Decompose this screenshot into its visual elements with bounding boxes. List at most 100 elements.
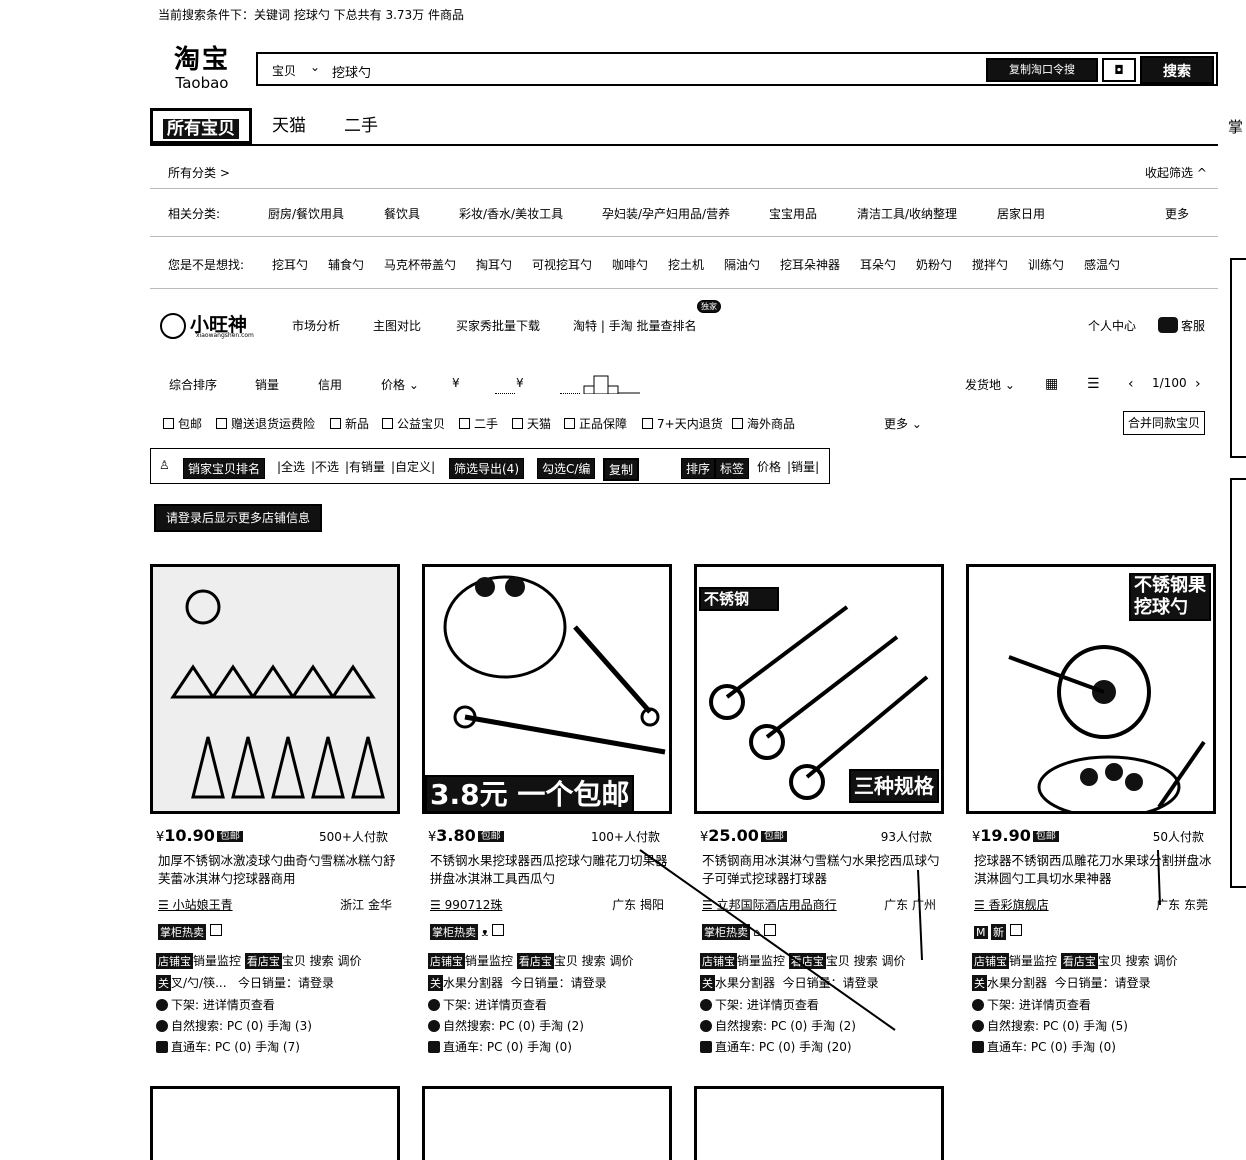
price-max-input[interactable] — [560, 376, 580, 394]
product-card[interactable]: 不锈钢 三种规格 ¥25.00 包邮 93人付款 不锈钢商用冰淇淋勺雪糕勺水果挖西… — [694, 564, 946, 1054]
sales-tool-text[interactable]: 宝贝 搜索 调价 — [1098, 954, 1178, 968]
seller-info-button[interactable]: 请登录后显示更多店铺信息 — [154, 504, 322, 532]
checkbox[interactable] — [330, 418, 341, 429]
filter-7day-return[interactable]: 7+天内退货 — [642, 415, 723, 432]
related-item[interactable]: 居家日用 — [997, 205, 1045, 222]
checkbox-icon[interactable] — [1009, 924, 1022, 936]
today-sales[interactable]: 今日销量：请登录 — [238, 976, 334, 990]
price-min-input[interactable] — [495, 376, 515, 394]
all-categories-link[interactable]: 所有分类 > — [168, 164, 230, 181]
product-card[interactable]: ¥10.90 包邮 500+人付款 加厚不锈钢冰激凌球勺曲奇勺雪糕冰糕勺舒芙蕾冰淇… — [150, 564, 402, 1054]
suggest-item[interactable]: 马克杯带盖勺 — [384, 256, 456, 273]
sort-by-button[interactable]: 排序 — [681, 458, 716, 479]
offline-text[interactable]: 进详情页查看 — [747, 998, 819, 1012]
more-filters-button[interactable]: 更多 ⌄ — [884, 415, 922, 432]
toolbar-price-sort[interactable]: 价格 — [757, 458, 781, 475]
sort-default[interactable]: 综合排序 — [169, 376, 217, 393]
product-image[interactable] — [150, 1086, 400, 1160]
sales-tool-badge[interactable]: 看店宝 — [244, 953, 282, 969]
product-title[interactable]: 不锈钢水果挖球器西瓜挖球勺雕花刀切果器拼盘冰淇淋工具西瓜勺 — [430, 852, 668, 888]
copy-button[interactable]: 复制 — [603, 458, 640, 481]
suggest-item[interactable]: 挖土机 — [668, 256, 704, 273]
checkbox[interactable] — [216, 418, 227, 429]
today-sales[interactable]: 今日销量：请登录 — [1055, 976, 1151, 990]
search-input[interactable]: 挖球勺 — [332, 62, 371, 81]
product-title[interactable]: 不锈钢商用冰淇淋勺雪糕勺水果挖西瓜球勺子可弹式挖球器打球器 — [702, 852, 940, 888]
suggest-item[interactable]: 训练勺 — [1028, 256, 1064, 273]
check-copy-button[interactable]: 勾选C/编 — [537, 458, 596, 479]
side-panel-edge[interactable] — [1230, 478, 1246, 888]
related-item[interactable]: 孕妇装/孕产妇用品/营养 — [602, 205, 730, 222]
product-image[interactable] — [422, 1086, 672, 1160]
tab-second-hand[interactable]: 二手 — [344, 108, 378, 144]
suggest-item[interactable]: 可视挖耳勺 — [532, 256, 592, 273]
product-card[interactable] — [422, 1086, 674, 1160]
sales-tool-badge[interactable]: 看店宝 — [516, 953, 554, 969]
product-card[interactable]: 3.8元 一个包邮 ¥3.80 包邮 100+人付款 不锈钢水果挖球器西瓜挖球勺雕… — [422, 564, 674, 1054]
more-related-button[interactable]: 更多 — [1165, 205, 1189, 222]
checkbox[interactable] — [732, 418, 743, 429]
filter-overseas[interactable]: 海外商品 — [732, 415, 795, 432]
monitor-text[interactable]: 销量监控 — [1009, 954, 1057, 968]
tag-button[interactable]: 标签 — [715, 458, 750, 479]
related-item[interactable]: 厨房/餐饮用具 — [268, 205, 344, 222]
suggest-item[interactable]: 搅拌勺 — [972, 256, 1008, 273]
monitor-text[interactable]: 销量监控 — [193, 954, 241, 968]
today-sales[interactable]: 今日销量：请登录 — [511, 976, 607, 990]
product-image[interactable] — [150, 564, 400, 814]
filter-export-button[interactable]: 筛选导出(4) — [449, 458, 524, 479]
product-image[interactable]: 不锈钢果挖球勺 — [966, 564, 1216, 814]
shop-tool-badge[interactable]: 店铺宝 — [972, 953, 1009, 969]
shop-link[interactable]: ☰ 香彩旗舰店 — [974, 896, 1049, 913]
related-item[interactable]: 餐饮具 — [384, 205, 420, 222]
checkbox-icon[interactable] — [763, 924, 776, 936]
suggest-item[interactable]: 掏耳勺 — [476, 256, 512, 273]
tab-all-items[interactable]: 所有宝贝 — [150, 108, 252, 144]
grid-view-icon[interactable]: ▦ — [1045, 376, 1058, 392]
nav-buyer-show-download[interactable]: 买家秀批量下载 — [456, 317, 540, 334]
suggest-item[interactable]: 挖耳朵神器 — [780, 256, 840, 273]
filter-second-hand[interactable]: 二手 — [459, 415, 498, 432]
shop-link[interactable]: ☰ 小站娘王青 — [158, 896, 233, 913]
checkbox[interactable] — [512, 418, 523, 429]
taobao-logo[interactable]: 淘宝 Taobao — [166, 46, 238, 92]
shop-tool-badge[interactable]: 店铺宝 — [156, 953, 193, 969]
related-item[interactable]: 清洁工具/收纳整理 — [857, 205, 957, 222]
chevron-down-icon[interactable]: ⌄ — [310, 60, 320, 74]
sort-credit[interactable]: 信用 — [318, 376, 342, 393]
sort-price[interactable]: 价格 ⌄ — [381, 376, 419, 393]
next-page-icon[interactable]: › — [1195, 376, 1201, 392]
checkbox[interactable] — [642, 418, 653, 429]
checkbox[interactable] — [382, 418, 393, 429]
tab-tmall[interactable]: 天猫 — [272, 108, 306, 144]
shop-link[interactable]: ☰ 立邦国际酒店用品商行 — [702, 896, 837, 913]
toolbar-sales-sort[interactable]: |销量| — [787, 458, 819, 475]
camera-icon[interactable]: ◘ — [1102, 58, 1136, 82]
sales-tool-text[interactable]: 宝贝 搜索 调价 — [282, 954, 362, 968]
checkbox[interactable] — [163, 418, 174, 429]
sales-tool-badge[interactable]: 看店宝 — [1060, 953, 1098, 969]
side-panel-label[interactable]: 掌 — [1228, 116, 1243, 137]
account-link[interactable]: 个人中心 — [1088, 317, 1136, 334]
product-image[interactable] — [694, 1086, 944, 1160]
collapse-filter-button[interactable]: 收起筛选 ^ — [1145, 164, 1207, 181]
monitor-text[interactable]: 销量监控 — [465, 954, 513, 968]
offline-text[interactable]: 进详情页查看 — [475, 998, 547, 1012]
product-image[interactable]: 不锈钢 三种规格 — [694, 564, 944, 814]
shop-tool-badge[interactable]: 店铺宝 — [700, 953, 737, 969]
sales-tool-badge[interactable]: 看店宝 — [788, 953, 826, 969]
sort-sales[interactable]: 销量 — [255, 376, 279, 393]
filter-return-insurance[interactable]: 赠送退货运费险 — [216, 415, 315, 432]
checkbox-icon[interactable] — [209, 924, 222, 936]
taokouling-search-button[interactable]: 复制淘口令搜 — [986, 58, 1098, 82]
product-card[interactable] — [150, 1086, 402, 1160]
shop-tool-badge[interactable]: 店铺宝 — [428, 953, 465, 969]
related-item[interactable]: 彩妆/香水/美妆工具 — [459, 205, 563, 222]
nav-batch-rank[interactable]: 淘特 | 手淘 批量查排名 — [573, 317, 697, 334]
filter-genuine[interactable]: 正品保障 — [564, 415, 627, 432]
merge-same-items-button[interactable]: 合并同款宝贝 — [1123, 411, 1205, 435]
side-panel-edge[interactable] — [1230, 258, 1246, 458]
filter-free-shipping[interactable]: 包邮 — [163, 415, 202, 432]
product-card[interactable]: 不锈钢果挖球勺 ¥19.90 包邮 50人付款 挖球器不锈钢西瓜雕花刀水果球分割拼… — [966, 564, 1218, 1054]
sales-tool-text[interactable]: 宝贝 搜索 调价 — [826, 954, 906, 968]
